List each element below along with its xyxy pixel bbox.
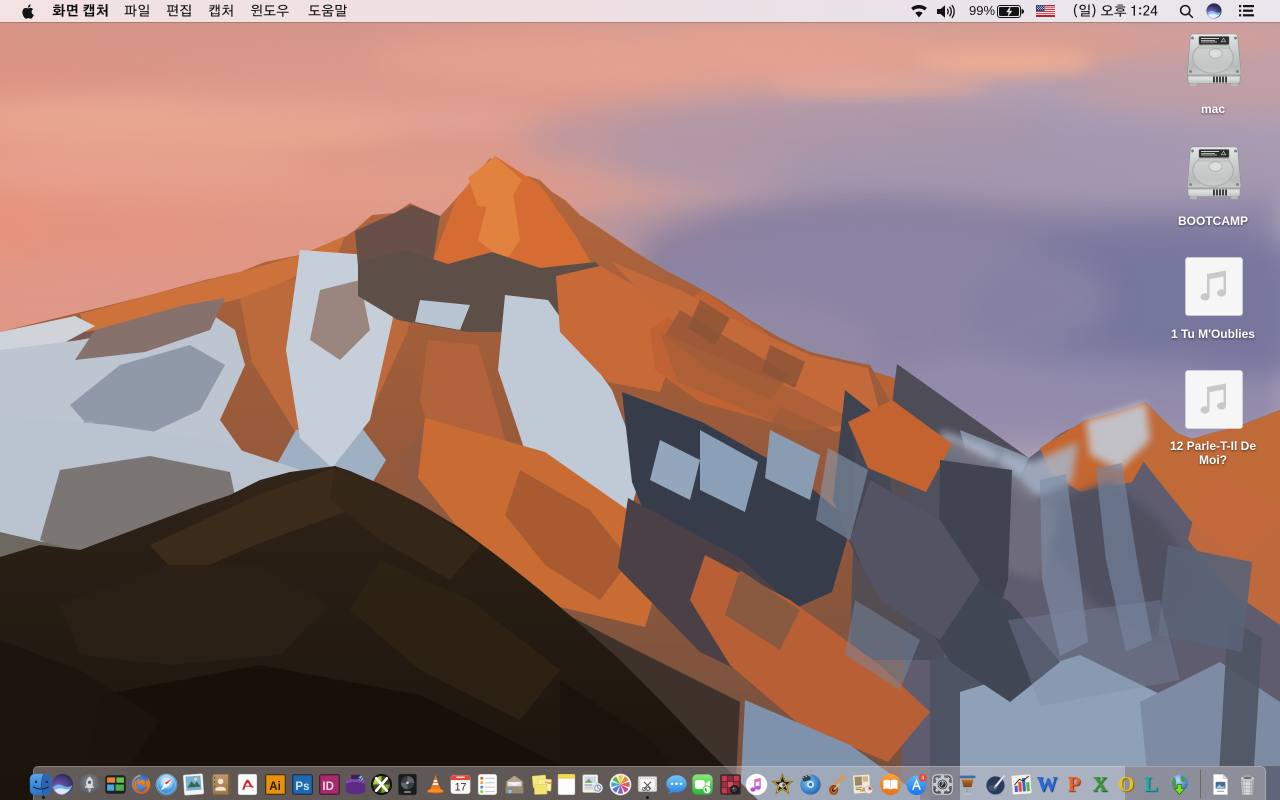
svg-text:17: 17 <box>454 782 466 794</box>
svg-text:@: @ <box>508 788 512 793</box>
svg-text:4: 4 <box>921 776 924 782</box>
svg-text:Plans: Plans <box>545 781 553 785</box>
svg-text:ID: ID <box>322 781 334 793</box>
svg-text:Ps: Ps <box>295 781 309 793</box>
svg-text:Ai: Ai <box>269 781 281 793</box>
